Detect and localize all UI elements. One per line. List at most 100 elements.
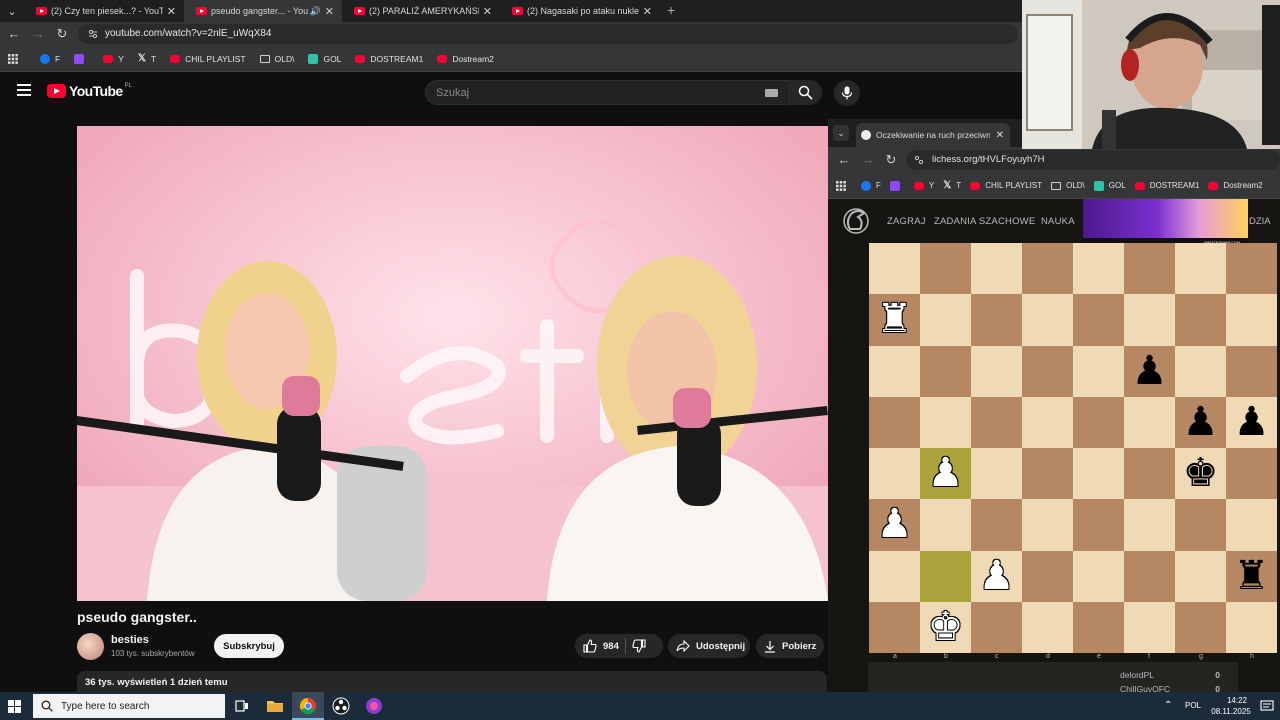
discord-icon[interactable] [364,696,384,716]
dislike-button[interactable] [632,639,652,653]
clock-time[interactable]: 14:22 [1212,696,1262,705]
hamburger-menu-icon[interactable] [17,84,31,96]
close-tab-icon[interactable]: ✕ [325,5,334,18]
black-rook-icon[interactable]: ♜ [1226,551,1277,602]
board-square-c4[interactable] [971,448,1022,500]
bookmark-twitch[interactable] [889,180,905,191]
board-square-e7[interactable] [1073,294,1124,346]
address-bar[interactable]: lichess.org/tHVLFoyuyh7H [906,150,1280,170]
windows-start-icon[interactable] [8,700,21,713]
bookmark-folder-old[interactable]: OLD\ [259,54,294,64]
board-square-h6[interactable] [1226,345,1277,397]
tab-youtube-active[interactable]: pseudo gangster... - You 🔊 ✕ [184,0,342,22]
white-pawn-icon[interactable]: ♟ [920,448,971,499]
lichess-logo-icon[interactable] [842,207,870,235]
bookmark-x[interactable]: 𝕏T [943,180,961,191]
tab-search-chevron-icon[interactable]: ⌄ [2,1,22,21]
board-square-e8[interactable] [1073,243,1124,295]
reload-icon[interactable]: ↻ [54,26,70,42]
nav-tools[interactable]: DZIA [1249,216,1271,227]
board-square-h8[interactable] [1226,243,1277,295]
board-square-c6[interactable] [971,345,1022,397]
black-pawn-icon[interactable]: ♟ [1226,397,1277,448]
board-square-a2[interactable] [869,550,920,602]
forward-icon[interactable]: → [860,152,876,168]
board-square-e1[interactable] [1073,601,1124,653]
bookmark-dostream2[interactable]: Dostream2 [437,54,494,64]
board-square-g3[interactable] [1175,499,1226,551]
white-pawn-icon[interactable]: ♟ [971,551,1022,602]
tray-chevron-icon[interactable]: ⌃ [1164,700,1172,711]
board-square-f2[interactable] [1124,550,1175,602]
close-tab-icon[interactable]: ✕ [167,5,176,18]
board-square-h3[interactable] [1226,499,1277,551]
tab-youtube-3[interactable]: (2) PARALIŻ AMERYKAŃSKIEGO ✕ [342,0,500,22]
board-square-a8[interactable] [869,243,920,295]
download-button[interactable]: Pobierz [756,634,824,658]
bookmark-youtube[interactable]: Y [913,181,934,190]
board-square-c3[interactable] [971,499,1022,551]
subscribe-button[interactable]: Subskrybuj [214,634,284,658]
nav-puzzles[interactable]: ZADANIA SZACHOWE [934,216,1035,227]
black-pawn-icon[interactable]: ♟ [1124,346,1175,397]
language-indicator[interactable]: POL [1185,701,1201,710]
black-pawn-icon[interactable]: ♟ [1175,397,1226,448]
board-square-h7[interactable] [1226,294,1277,346]
bookmark-gol[interactable]: GOL [308,53,341,64]
site-info-icon[interactable] [914,155,924,165]
share-button[interactable]: Udostępnij [668,634,750,658]
board-square-d2[interactable] [1022,550,1073,602]
board-square-h4[interactable] [1226,448,1277,500]
new-tab-icon[interactable]: + [667,2,675,18]
board-square-e6[interactable] [1073,345,1124,397]
tab-search-chevron-icon[interactable]: ⌄ [833,125,849,141]
board-square-a6[interactable] [869,345,920,397]
reload-icon[interactable]: ↻ [883,152,899,168]
site-info-icon[interactable] [88,29,98,39]
back-icon[interactable]: ← [836,152,852,168]
board-square-f7[interactable] [1124,294,1175,346]
keyboard-icon[interactable] [765,89,778,97]
nav-learn[interactable]: NAUKA [1041,216,1075,227]
board-square-g6[interactable] [1175,345,1226,397]
board-square-b5[interactable] [920,396,971,448]
bookmark-chil-playlist[interactable]: CHIL PLAYLIST [970,181,1042,190]
tab-youtube-4[interactable]: (2) Nagasaki po ataku nuklearn ✕ [500,0,660,22]
description-box[interactable]: 36 tys. wyświetleń 1 dzień temu [77,671,827,692]
board-square-d3[interactable] [1022,499,1073,551]
board-square-e3[interactable] [1073,499,1124,551]
address-bar[interactable]: youtube.com/watch?v=2nlE_uWqX84 [78,24,1018,44]
bookmark-dostream1[interactable]: DOSTREAM1 [355,54,423,64]
board-square-f1[interactable] [1124,601,1175,653]
board-square-b2[interactable] [920,550,971,602]
board-square-d4[interactable] [1022,448,1073,500]
bookmark-facebook[interactable]: F [861,180,881,191]
back-icon[interactable]: ← [6,26,22,42]
board-square-e5[interactable] [1073,396,1124,448]
advertisement-banner[interactable]: PIRATESWAP.COM [1083,199,1248,246]
bookmark-youtube[interactable]: Y [103,54,124,64]
bookmark-dostream1[interactable]: DOSTREAM1 [1134,181,1199,190]
board-square-a4[interactable] [869,448,920,500]
like-button[interactable]: 984 [575,639,619,653]
bookmark-folder-old[interactable]: OLD\ [1051,181,1085,190]
board-square-g2[interactable] [1175,550,1226,602]
nav-play[interactable]: ZAGRAJ [887,216,926,227]
board-square-f8[interactable] [1124,243,1175,295]
board-square-d7[interactable] [1022,294,1073,346]
video-player[interactable] [77,126,828,601]
channel-avatar[interactable] [77,633,104,660]
white-pawn-icon[interactable]: ♟ [869,499,920,550]
board-square-f5[interactable] [1124,396,1175,448]
search-button[interactable] [788,80,822,105]
channel-name[interactable]: besties [111,634,149,646]
close-tab-icon[interactable]: ✕ [483,5,492,18]
board-square-g1[interactable] [1175,601,1226,653]
apps-icon[interactable] [8,53,18,64]
board-square-d8[interactable] [1022,243,1073,295]
board-square-b7[interactable] [920,294,971,346]
taskbar-search-input[interactable]: Type here to search [33,694,225,718]
bookmark-x[interactable]: 𝕏T [138,53,156,64]
board-square-c1[interactable] [971,601,1022,653]
close-tab-icon[interactable]: ✕ [643,5,652,18]
